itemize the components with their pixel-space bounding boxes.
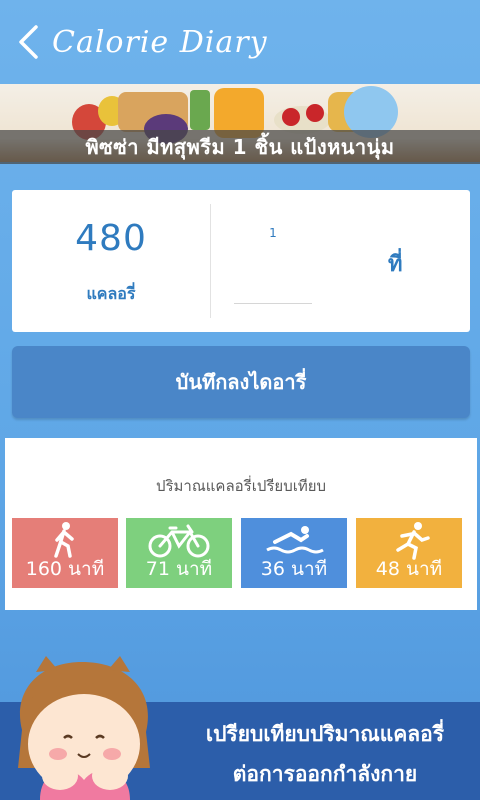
mascot-girl-illustration bbox=[18, 656, 150, 800]
save-to-diary-button[interactable]: บันทึกลงไดอารี่ bbox=[12, 346, 470, 418]
promo-subheadline: ต่อการออกกำลังกาย bbox=[232, 762, 418, 786]
swimming-minutes: 36 นาที bbox=[260, 558, 328, 580]
app-title: Calorie Diary bbox=[52, 24, 268, 60]
calorie-value: 480 bbox=[75, 218, 147, 259]
chevron-left-icon bbox=[19, 25, 38, 59]
promo-headline: เปรียบเทียบปริมาณแคลอรี่ bbox=[205, 722, 445, 746]
cycling-minutes: 71 นาที bbox=[145, 558, 213, 580]
walking-tile[interactable]: 160 นาที bbox=[12, 518, 118, 588]
exercise-comparison-card: ปริมาณแคลอรี่เปรียบเทียบ 160 นาที 71 นาท… bbox=[5, 438, 477, 610]
comparison-title: ปริมาณแคลอรี่เปรียบเทียบ bbox=[155, 477, 327, 495]
running-tile[interactable]: 48 นาที bbox=[356, 518, 462, 588]
food-name-caption: พิซซ่า มีทสุพรีม 1 ชิ้น แป้งหนานุ่ม bbox=[0, 130, 480, 164]
calorie-unit-label: แคลอรี่ bbox=[86, 284, 136, 303]
divider bbox=[210, 204, 211, 318]
quantity-unit-label: ที่ bbox=[388, 252, 403, 277]
back-button[interactable] bbox=[6, 12, 50, 72]
walking-minutes: 160 นาที bbox=[25, 558, 105, 580]
top-bar: Calorie Diary bbox=[0, 0, 480, 84]
calorie-card: 480 แคลอรี่ 1 ที่ bbox=[12, 190, 470, 332]
cycling-tile[interactable]: 71 นาที bbox=[126, 518, 232, 588]
quantity-value: 1 bbox=[269, 226, 277, 240]
running-minutes: 48 นาที bbox=[375, 558, 443, 580]
swimming-tile[interactable]: 36 นาที bbox=[241, 518, 347, 588]
